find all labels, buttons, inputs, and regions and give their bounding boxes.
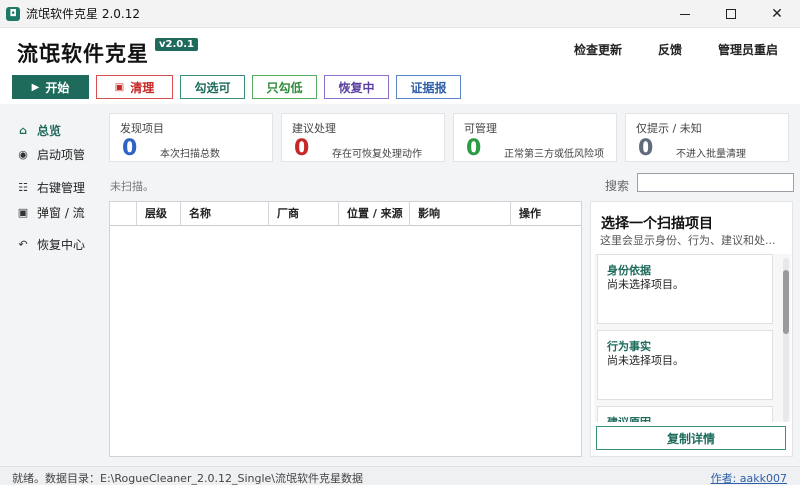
check-selectable-button[interactable]: 勾选可	[180, 75, 245, 99]
search-input[interactable]	[637, 173, 794, 192]
column-header[interactable]: 位置 / 来源	[338, 202, 409, 225]
detail-subtitle: 这里会显示身份、行为、建议和处...	[600, 234, 776, 247]
behavior-section: 行为事实 尚未选择项目。	[597, 330, 773, 400]
restoring-button[interactable]: 恢复中	[324, 75, 389, 99]
evidence-button[interactable]: 证据报	[396, 75, 461, 99]
start-button[interactable]: ▶ 开始	[12, 75, 89, 99]
status-text: 就绪。数据目录：E:\RogueCleaner_2.0.12_Single\流氓…	[12, 472, 363, 485]
author-link[interactable]: 作者: aakk007	[711, 470, 787, 485]
sidebar-item-label: 启动项管	[37, 147, 86, 162]
sidebar-item-startup[interactable]: ◉ 启动项管	[0, 142, 100, 166]
results-table: 层级 名称 厂商 位置 / 来源 影响 操作	[109, 201, 582, 457]
card-label: 仅提示 / 未知	[636, 122, 702, 135]
card-value: 0	[122, 136, 138, 161]
square-icon: ▣	[17, 205, 29, 219]
radio-icon: ◉	[18, 147, 28, 161]
sidebar-item-label: 弹窗 / 流	[37, 205, 85, 220]
card-sub: 正常第三方或低风险项	[504, 149, 604, 160]
column-header[interactable]: 厂商	[268, 202, 338, 225]
app-icon: ◘	[6, 6, 20, 21]
sidebar-item-popup[interactable]: ▣ 弹窗 / 流	[0, 200, 100, 224]
app-title: 流氓软件克星	[17, 42, 149, 66]
undo-icon: ↶	[18, 237, 28, 251]
list-icon: ☷	[18, 180, 28, 194]
card-label: 发现项目	[120, 122, 164, 135]
found-items-card: 发现项目 0 本次扫描总数	[109, 113, 273, 162]
card-sub: 不进入批量清理	[676, 149, 746, 160]
column-header[interactable]: 层级	[136, 202, 180, 225]
minimize-button[interactable]	[662, 0, 708, 28]
card-sub: 本次扫描总数	[160, 149, 220, 160]
select-column-header[interactable]	[110, 202, 136, 225]
detail-title: 选择一个扫描项目	[601, 216, 713, 232]
home-icon: ⌂	[19, 123, 27, 137]
card-value: 0	[294, 136, 310, 161]
sidebar-item-context-menu[interactable]: ☷ 右键管理	[0, 175, 100, 199]
close-button[interactable]: ✕	[754, 0, 800, 28]
section-text: 尚未选择项目。	[607, 354, 684, 367]
window-controls: ✕	[662, 0, 800, 28]
sidebar-item-label: 总览	[37, 123, 62, 138]
column-header[interactable]: 名称	[180, 202, 268, 225]
section-title: 建议原因	[607, 414, 651, 422]
admin-restart-link[interactable]: 管理员重启	[718, 41, 778, 58]
title-bar: ◘ 流氓软件克星 2.0.12 ✕	[0, 0, 800, 28]
clean-label: 清理	[130, 80, 155, 95]
sidebar-item-label: 右键管理	[37, 180, 86, 195]
sidebar-item-restore[interactable]: ↶ 恢复中心	[0, 232, 100, 256]
detail-panel: 选择一个扫描项目 这里会显示身份、行为、建议和处... 身份依据 尚未选择项目。…	[590, 201, 793, 457]
sidebar-item-overview[interactable]: ⌂ 总览	[0, 118, 100, 142]
scrollbar-thumb[interactable]	[783, 270, 789, 334]
detail-scrollbar[interactable]	[783, 258, 789, 422]
card-label: 可管理	[464, 122, 497, 135]
card-sub: 存在可恢复处理动作	[332, 149, 422, 160]
card-value: 0	[638, 136, 654, 161]
play-icon: ▶	[31, 81, 40, 93]
hint-only-card: 仅提示 / 未知 0 不进入批量清理	[625, 113, 789, 162]
column-header[interactable]: 影响	[409, 202, 510, 225]
maximize-button[interactable]	[708, 0, 754, 28]
sidebar-item-label: 恢复中心	[37, 237, 86, 252]
table-header: 层级 名称 厂商 位置 / 来源 影响 操作	[110, 202, 581, 226]
column-header[interactable]: 操作	[510, 202, 581, 225]
search-label: 搜索	[605, 179, 630, 193]
reason-section: 建议原因	[597, 406, 773, 422]
close-icon: ✕	[771, 6, 783, 22]
feedback-link[interactable]: 反馈	[658, 41, 682, 58]
manageable-card: 可管理 0 正常第三方或低风险项	[453, 113, 617, 162]
card-value: 0	[466, 136, 482, 161]
detail-scroll-area[interactable]: 身份依据 尚未选择项目。 行为事实 尚未选择项目。 建议原因	[594, 254, 791, 422]
window-title: 流氓软件克星 2.0.12	[26, 7, 140, 21]
maximize-icon	[726, 9, 736, 19]
check-low-button[interactable]: 只勾低	[252, 75, 317, 99]
status-bar: 就绪。数据目录：E:\RogueCleaner_2.0.12_Single\流氓…	[0, 466, 800, 485]
app-header: 流氓软件克星 v2.0.1 检查更新 反馈 管理员重启	[0, 28, 800, 70]
suggested-card: 建议处理 0 存在可恢复处理动作	[281, 113, 445, 162]
copy-details-button[interactable]: 复制详情	[596, 426, 786, 450]
toolbar: ▶ 开始 ▣ 清理 勾选可 只勾低 恢复中 证据报	[0, 70, 800, 104]
header-links: 检查更新 反馈 管理员重启	[538, 41, 778, 58]
scan-status: 未扫描。	[110, 180, 154, 193]
section-text: 尚未选择项目。	[607, 278, 684, 291]
start-label: 开始	[45, 80, 70, 95]
check-update-link[interactable]: 检查更新	[574, 41, 622, 58]
clean-button[interactable]: ▣ 清理	[96, 75, 173, 99]
version-badge: v2.0.1	[155, 38, 198, 51]
clean-icon: ▣	[114, 81, 125, 93]
minimize-icon	[680, 13, 690, 15]
identity-section: 身份依据 尚未选择项目。	[597, 254, 773, 324]
sidebar: ⌂ 总览 ◉ 启动项管 ☷ 右键管理 ▣ 弹窗 / 流 ↶ 恢复中心	[0, 104, 100, 466]
card-label: 建议处理	[292, 122, 336, 135]
